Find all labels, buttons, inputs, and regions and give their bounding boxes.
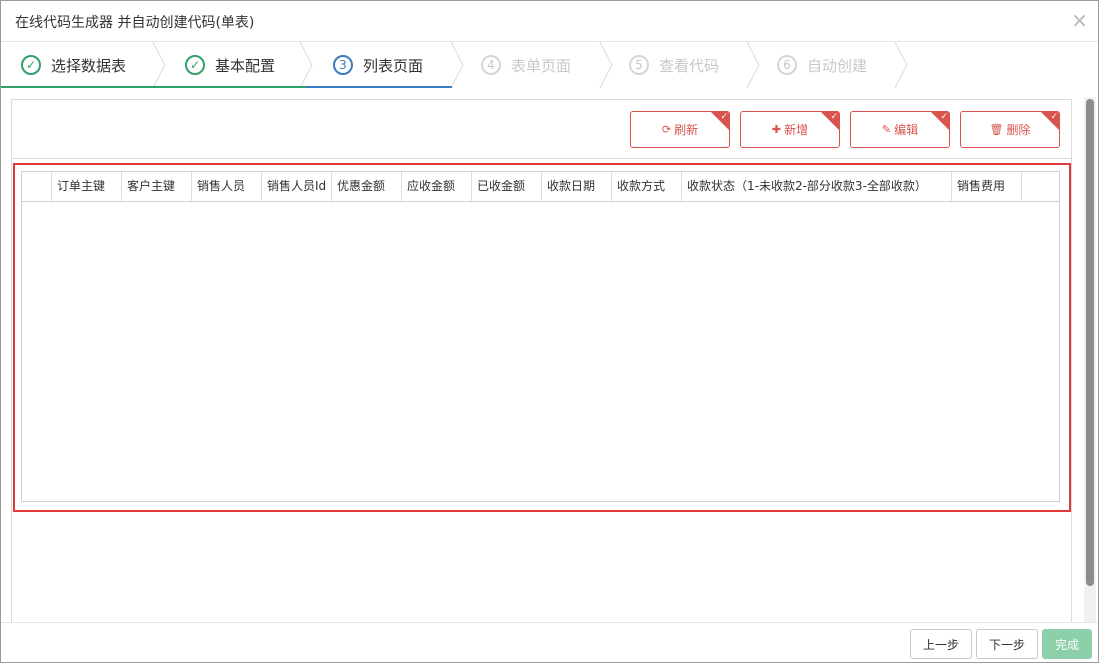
toolbar: ⟳ 刷新 ✓ ✚ 新增 ✓ ✎ 编辑 ✓ 🗑 删除 ✓ <box>12 100 1071 159</box>
add-label: 新增 <box>784 123 809 137</box>
step-view-code[interactable]: 5 查看代码 <box>629 42 719 88</box>
delete-button[interactable]: 🗑 删除 ✓ <box>960 111 1060 148</box>
chevron-separator <box>450 42 464 88</box>
delete-label: 删除 <box>1006 123 1031 137</box>
grid-header-cell[interactable]: 优惠金额 <box>332 172 402 201</box>
check-icon: ✓ <box>21 55 41 75</box>
step-label: 表单页面 <box>511 56 572 75</box>
step-form-page[interactable]: 4 表单页面 <box>481 42 571 88</box>
grid-header-cell[interactable] <box>1022 172 1059 201</box>
chevron-separator <box>299 42 313 88</box>
step-label: 基本配置 <box>215 56 276 75</box>
refresh-button[interactable]: ⟳ 刷新 ✓ <box>630 111 730 148</box>
step-label: 列表页面 <box>363 56 424 75</box>
step-progress-done <box>166 86 306 88</box>
dialog-footer: 上一步 下一步 完成 <box>1 622 1098 662</box>
prev-step-button[interactable]: 上一步 <box>910 629 972 659</box>
grid-header-cell[interactable]: 收款方式 <box>612 172 682 201</box>
step-label: 查看代码 <box>659 56 720 75</box>
plus-icon: ✚ <box>771 123 782 136</box>
refresh-icon: ⟳ <box>661 123 672 136</box>
step-progress-done <box>1 86 166 88</box>
edit-button[interactable]: ✎ 编辑 ✓ <box>850 111 950 148</box>
grid-header-cell[interactable]: 已收金额 <box>472 172 542 201</box>
grid-header-cell[interactable]: 客户主键 <box>122 172 192 201</box>
grid-header-cell[interactable]: 收款日期 <box>542 172 612 201</box>
dialog-window: 在线代码生成器 并自动创建代码(单表) × ✓ 选择数据表 ✓ 基本配置 3 列… <box>0 0 1099 663</box>
check-icon: ✓ <box>830 112 838 122</box>
grid-header-cell[interactable]: 销售人员 <box>192 172 262 201</box>
title-bar: 在线代码生成器 并自动创建代码(单表) × <box>1 1 1098 42</box>
grid-header-cell[interactable]: 应收金额 <box>402 172 472 201</box>
step-progress-active <box>306 86 452 88</box>
chevron-separator <box>152 42 166 88</box>
add-button[interactable]: ✚ 新增 ✓ <box>740 111 840 148</box>
step-number: 3 <box>333 55 353 75</box>
step-label: 选择数据表 <box>51 56 127 75</box>
step-list-page[interactable]: 3 列表页面 <box>333 42 423 88</box>
data-grid: 订单主键 客户主键 销售人员 销售人员Id 优惠金额 应收金额 已收金额 收款日… <box>21 171 1060 502</box>
step-label: 自动创建 <box>807 56 868 75</box>
chevron-separator <box>746 42 760 88</box>
chevron-separator <box>599 42 613 88</box>
trash-icon: 🗑 <box>989 123 1004 136</box>
edit-icon: ✎ <box>881 123 892 136</box>
check-icon: ✓ <box>940 112 948 122</box>
step-auto-create[interactable]: 6 自动创建 <box>777 42 867 88</box>
chevron-separator <box>894 42 908 88</box>
step-number: 6 <box>777 55 797 75</box>
check-icon: ✓ <box>185 55 205 75</box>
step-select-table[interactable]: ✓ 选择数据表 <box>21 42 126 88</box>
grid-header-cell[interactable]: 订单主键 <box>52 172 122 201</box>
scrollbar-thumb[interactable] <box>1086 99 1094 586</box>
wizard-steps: ✓ 选择数据表 ✓ 基本配置 3 列表页面 4 表单页面 5 查看代码 6 自动… <box>1 42 1098 88</box>
close-icon[interactable]: × <box>1071 8 1088 32</box>
grid-header-cell[interactable]: 销售费用 <box>952 172 1022 201</box>
grid-header-cell[interactable]: 收款状态（1-未收款2-部分收款3-全部收款） <box>682 172 952 201</box>
grid-header-cell[interactable]: 销售人员Id <box>262 172 332 201</box>
check-icon: ✓ <box>720 112 728 122</box>
check-icon: ✓ <box>1050 112 1058 122</box>
grid-header: 订单主键 客户主键 销售人员 销售人员Id 优惠金额 应收金额 已收金额 收款日… <box>22 172 1059 202</box>
step-basic-config[interactable]: ✓ 基本配置 <box>185 42 275 88</box>
edit-label: 编辑 <box>894 123 919 137</box>
step-number: 5 <box>629 55 649 75</box>
refresh-label: 刷新 <box>674 123 699 137</box>
finish-button[interactable]: 完成 <box>1042 629 1092 659</box>
grid-header-cell[interactable] <box>22 172 52 201</box>
dialog-title: 在线代码生成器 并自动创建代码(单表) <box>15 15 255 31</box>
step-number: 4 <box>481 55 501 75</box>
next-step-button[interactable]: 下一步 <box>976 629 1038 659</box>
